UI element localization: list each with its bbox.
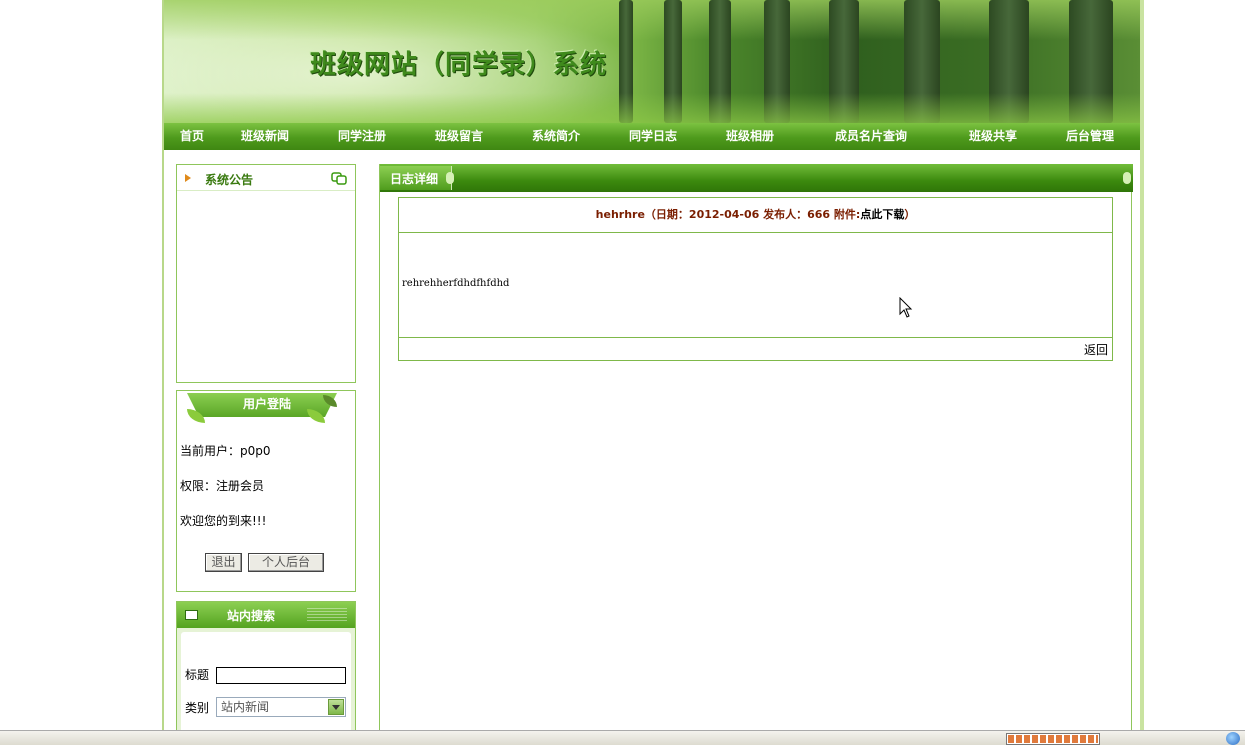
profile-button[interactable]: 个人后台 [248, 553, 324, 572]
notice-title: 系统公告 [205, 173, 254, 187]
more-icon[interactable] [331, 172, 347, 185]
mouse-cursor-icon [899, 297, 913, 318]
nav-register[interactable]: 同学注册 [338, 123, 386, 150]
login-panel: 用户登陆 当前用户：p0p0 权限：注册会员 欢迎您的到来!!! 退出 个人后台 [176, 390, 356, 592]
current-user: 当前用户：p0p0 [180, 444, 271, 458]
entry-heading: hehrhre（日期：2012-04-06 发布人：666 附件:点此下载） [399, 198, 1112, 233]
search-title-label: 标题 [185, 668, 210, 682]
globe-icon [1226, 732, 1240, 745]
search-panel: 站内搜索 标题 类别 站内新闻 [176, 601, 356, 730]
notice-panel: 系统公告 [176, 164, 356, 383]
entry-content: rehrehherfdhdfhfdhd [402, 278, 510, 289]
chevron-down-icon[interactable] [328, 699, 344, 715]
card-icon [185, 610, 198, 620]
nav-about[interactable]: 系统简介 [532, 123, 580, 150]
arrow-right-icon [185, 174, 191, 182]
search-title: 站内搜索 [227, 609, 276, 623]
panel-header: 日志详细 [380, 164, 1133, 192]
entry-heading-close: ） [904, 208, 916, 221]
loading-progress [1006, 733, 1100, 745]
download-link[interactable]: 点此下载 [860, 208, 904, 221]
user-role: 权限：注册会员 [180, 479, 265, 493]
main-nav: 首页 班级新闻 同学注册 班级留言 系统简介 同学日志 班级相册 成员名片查询 … [164, 123, 1140, 150]
page-frame: 班级网站（同学录）系统 首页 班级新闻 同学注册 班级留言 系统简介 同学日志 … [162, 0, 1144, 730]
entry-heading-text: hehrhre（日期：2012-04-06 发布人：666 附件: [595, 208, 861, 221]
nav-home[interactable]: 首页 [180, 123, 204, 150]
tab-knob-icon [446, 172, 454, 184]
tab-knob-icon [1123, 172, 1131, 184]
entry-footer: 返回 [399, 337, 1112, 361]
back-link[interactable]: 返回 [1084, 341, 1108, 358]
search-header: 站内搜索 [177, 602, 355, 628]
logout-button[interactable]: 退出 [205, 553, 242, 572]
search-category-label: 类别 [185, 701, 210, 715]
browser-status-bar [0, 730, 1245, 745]
nav-card-search[interactable]: 成员名片查询 [835, 123, 907, 150]
journal-entry: hehrhre（日期：2012-04-06 发布人：666 附件:点此下载） r… [398, 197, 1113, 361]
nav-messages[interactable]: 班级留言 [435, 123, 483, 150]
nav-share[interactable]: 班级共享 [969, 123, 1017, 150]
nav-journal[interactable]: 同学日志 [629, 123, 677, 150]
search-category-select[interactable]: 站内新闻 [216, 697, 346, 717]
journal-detail-panel: 日志详细 hehrhre（日期：2012-04-06 发布人：666 附件:点此… [379, 164, 1133, 730]
search-category-value: 站内新闻 [221, 700, 270, 714]
site-title: 班级网站（同学录）系统 [310, 50, 608, 80]
header-banner: 班级网站（同学录）系统 [164, 0, 1140, 123]
welcome-text: 欢迎您的到来!!! [180, 514, 267, 528]
nav-news[interactable]: 班级新闻 [241, 123, 289, 150]
search-title-input[interactable] [216, 667, 346, 684]
panel-title: 日志详细 [390, 172, 439, 186]
notice-header: 系统公告 [177, 165, 355, 191]
nav-album[interactable]: 班级相册 [726, 123, 774, 150]
nav-admin[interactable]: 后台管理 [1066, 123, 1114, 150]
